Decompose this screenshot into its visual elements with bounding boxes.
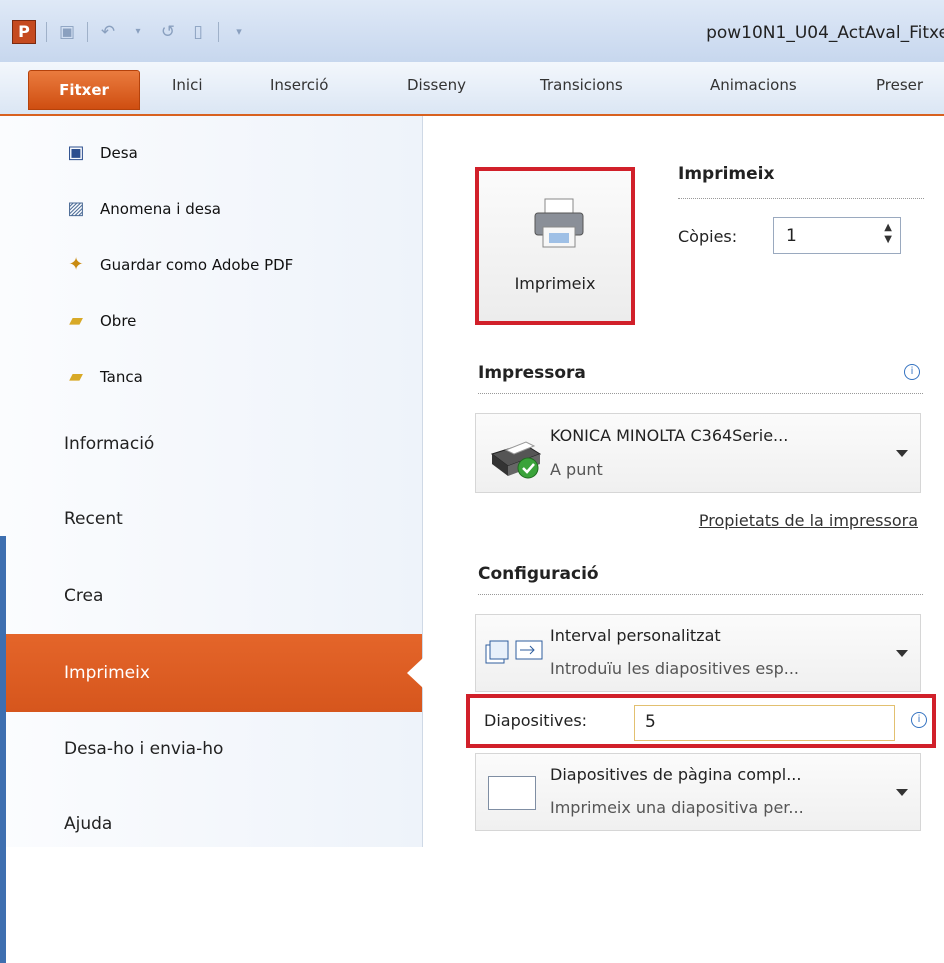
copies-label: Còpies: [678,227,738,246]
cmd-label: Anomena i desa [100,200,221,218]
cmd-label: Obre [100,312,137,330]
nav-informacio[interactable]: Informació [64,434,154,454]
open-folder-icon: ▰ [69,310,83,331]
printer-status: A punt [550,460,603,479]
tab-disseny[interactable]: Disseny [407,76,466,94]
qat-separator [87,22,88,42]
separator [478,594,923,596]
chevron-down-icon [896,789,908,796]
powerpoint-icon[interactable]: P [12,20,36,44]
full-page-slide-icon [488,776,536,810]
range-dropdown[interactable]: Interval personalitzat Introduïu les dia… [475,614,921,692]
close-folder-icon: ▰ [69,366,83,387]
save-as-icon: ▨ [67,198,85,219]
print-button-label: Imprimeix [514,274,596,293]
new-document-icon[interactable]: ▯ [188,23,208,41]
cmd-label: Tanca [100,368,143,386]
customize-qat-icon[interactable]: ▾ [229,23,249,41]
nav-desa-ho-i-envia-ho[interactable]: Desa-ho i envia-ho [64,739,223,759]
tab-inici[interactable]: Inici [172,76,203,94]
backstage-nav: ▣ Desa ▨ Anomena i desa ✦ Guardar como A… [0,116,423,963]
nav-label: Imprimeix [64,663,150,683]
chevron-down-icon [896,450,908,457]
cmd-obre[interactable]: ▰ Obre [64,310,136,332]
tab-animacions[interactable]: Animacions [710,76,797,94]
qat-separator [218,22,219,42]
printer-ready-icon [490,441,542,479]
printer-header: Impressora [478,363,586,383]
printer-icon [534,198,584,248]
layout-sub-text: Imprimeix una diapositiva per... [550,798,804,817]
printer-properties-link[interactable]: Propietats de la impressora [699,511,918,530]
range-main-text: Interval personalitzat [550,626,721,645]
print-pane: Imprimeix Imprimeix Còpies: 1 ▲ ▼ Impress… [423,116,944,847]
save-icon: ▣ [67,142,85,163]
custom-range-icon [485,640,543,664]
save-icon[interactable]: ▣ [57,23,77,41]
copies-stepper[interactable]: 1 ▲ ▼ [773,217,901,254]
info-icon[interactable]: i [904,364,920,380]
cmd-desa[interactable]: ▣ Desa [64,142,138,164]
copies-value: 1 [786,226,797,246]
slides-input[interactable]: 5 [634,705,895,741]
cmd-guardar-pdf[interactable]: ✦ Guardar como Adobe PDF [64,254,293,276]
undo-dropdown-icon[interactable]: ▾ [128,23,148,41]
selection-pointer [407,658,423,688]
cmd-label: Guardar como Adobe PDF [100,256,294,274]
range-sub-text: Introduïu les diapositives esp... [550,659,800,678]
tab-presentacio[interactable]: Preser [876,76,923,94]
info-icon[interactable]: i [911,712,927,728]
separator [678,198,924,200]
chevron-down-icon [896,650,908,657]
quick-access-toolbar: P ▣ ↶ ▾ ↺ ▯ ▾ [12,20,249,44]
undo-icon[interactable]: ↶ [98,23,118,41]
layout-main-text: Diapositives de pàgina compl... [550,765,802,784]
qat-separator [46,22,47,42]
cmd-tanca[interactable]: ▰ Tanca [64,366,143,388]
cmd-label: Desa [100,144,138,162]
redo-icon[interactable]: ↺ [158,23,178,41]
window-title: pow10N1_U04_ActAval_Fitxer [706,23,944,43]
spin-arrows-icon[interactable]: ▲ ▼ [884,222,892,246]
settings-header: Configuració [478,564,599,584]
title-bar: P ▣ ↶ ▾ ↺ ▯ ▾ pow10N1_U04_ActAval_Fitxer [0,0,944,63]
slides-value: 5 [645,712,656,732]
layout-dropdown[interactable]: Diapositives de pàgina compl... Imprimei… [475,753,921,831]
print-header: Imprimeix [678,164,775,184]
nav-recent[interactable]: Recent [64,509,123,529]
tab-insercio[interactable]: Inserció [270,76,328,94]
tab-fitxer[interactable]: Fitxer [28,70,140,110]
separator [478,393,923,395]
tab-transicions[interactable]: Transicions [540,76,623,94]
cmd-anomena-i-desa[interactable]: ▨ Anomena i desa [64,198,221,220]
adobe-pdf-icon: ✦ [68,254,84,275]
nav-crea[interactable]: Crea [64,586,103,606]
print-button[interactable]: Imprimeix [475,167,635,325]
nav-ajuda[interactable]: Ajuda [64,814,112,834]
nav-imprimeix[interactable]: Imprimeix [0,634,423,712]
printer-name: KONICA MINOLTA C364Serie... [550,426,789,445]
ribbon-tabs: Fitxer Inici Inserció Disseny Transicion… [0,62,944,116]
printer-dropdown[interactable]: KONICA MINOLTA C364Serie... A punt [475,413,921,493]
slides-highlight: Diapositives: 5 i [466,694,936,748]
slides-label: Diapositives: [484,711,588,730]
scroll-edge [0,536,6,963]
